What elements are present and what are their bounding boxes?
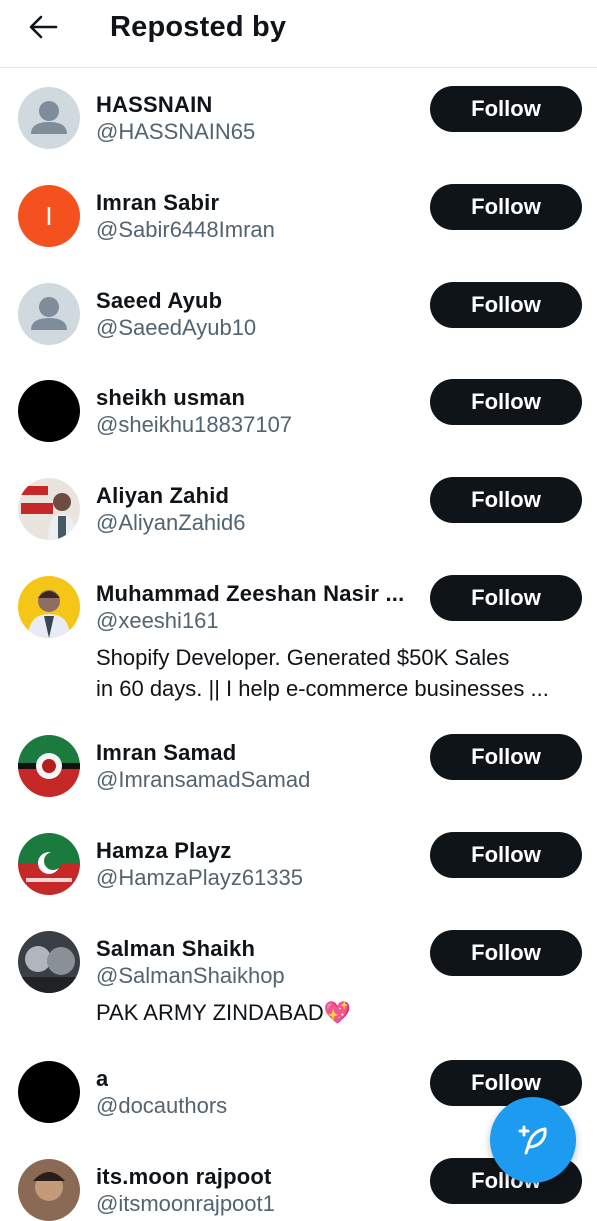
follow-button[interactable]: Follow (430, 832, 582, 878)
user-name: its.moon rajpoot (96, 1164, 272, 1189)
user-name: Saeed Ayub (96, 288, 223, 313)
follow-button[interactable]: Follow (430, 930, 582, 976)
profile-photo-icon (18, 478, 80, 540)
default-avatar-icon (18, 283, 80, 345)
avatar[interactable] (18, 931, 80, 993)
back-button[interactable] (26, 12, 60, 42)
avatar-letter: I (45, 201, 52, 231)
user-handle: @itsmoonrajpoot1 (96, 1191, 275, 1216)
follow-button[interactable]: Follow (430, 477, 582, 523)
avatar[interactable]: I (18, 185, 80, 247)
follow-button[interactable]: Follow (430, 184, 582, 230)
user-name: Salman Shaikh (96, 936, 256, 961)
user-name: HASSNAIN (96, 92, 213, 117)
user-bio: Shopify Developer. Generated $50K Sales … (96, 642, 582, 704)
user-handle: @AliyanZahid6 (96, 510, 246, 535)
user-handle: @docauthors (96, 1093, 228, 1118)
avatar[interactable] (18, 87, 80, 149)
default-avatar-icon (18, 87, 80, 149)
avatar[interactable] (18, 735, 80, 797)
avatar[interactable] (18, 833, 80, 895)
page-title: Reposted by (110, 11, 287, 43)
avatar[interactable] (18, 380, 80, 442)
follow-button[interactable]: Follow (430, 379, 582, 425)
user-handle: @Sabir6448Imran (96, 217, 275, 242)
profile-photo-icon (18, 1159, 80, 1221)
user-name: Hamza Playz (96, 838, 232, 863)
avatar[interactable] (18, 576, 80, 638)
flag-avatar-icon (18, 735, 80, 797)
user-name: Muhammad Zeeshan Nasir ... (96, 581, 405, 606)
follow-button[interactable]: Follow (430, 86, 582, 132)
avatar[interactable] (18, 1159, 80, 1221)
avatar[interactable] (18, 283, 80, 345)
follow-button[interactable]: Follow (430, 734, 582, 780)
user-handle: @HASSNAIN65 (96, 119, 256, 144)
user-name: sheikh usman (96, 385, 246, 410)
avatar[interactable] (18, 1061, 80, 1123)
top-bar: Reposted by (0, 0, 597, 68)
follow-button[interactable]: Follow (430, 1060, 582, 1106)
compose-button[interactable] (490, 1097, 576, 1183)
user-handle: @SaeedAyub10 (96, 315, 257, 340)
avatar[interactable] (18, 478, 80, 540)
bio-line: Shopify Developer. Generated $50K Sales (96, 645, 510, 670)
follow-button[interactable]: Follow (430, 575, 582, 621)
flag-avatar-icon (18, 833, 80, 895)
user-handle: @HamzaPlayz61335 (96, 865, 303, 890)
profile-photo-icon (18, 576, 80, 638)
compose-feather-icon (518, 1125, 547, 1155)
profile-photo-icon (18, 931, 80, 993)
letter-avatar-icon: I (18, 185, 80, 247)
user-handle: @xeeshi161 (96, 608, 219, 633)
user-name: Imran Samad (96, 740, 237, 765)
user-name: Aliyan Zahid (96, 483, 230, 508)
user-handle: @ImransamadSamad (96, 767, 311, 792)
user-handle: @SalmanShaikhop (96, 963, 285, 988)
follow-button[interactable]: Follow (430, 282, 582, 328)
arrow-left-icon (29, 15, 58, 39)
user-name: Imran Sabir (96, 190, 220, 215)
user-bio: PAK ARMY ZINDABAD💖 (96, 997, 582, 1028)
bio-line: PAK ARMY ZINDABAD💖 (96, 1000, 352, 1025)
user-handle: @sheikhu18837107 (96, 412, 293, 437)
bio-line: in 60 days. || I help e-commerce busines… (96, 676, 549, 701)
user-name: a (96, 1066, 109, 1091)
